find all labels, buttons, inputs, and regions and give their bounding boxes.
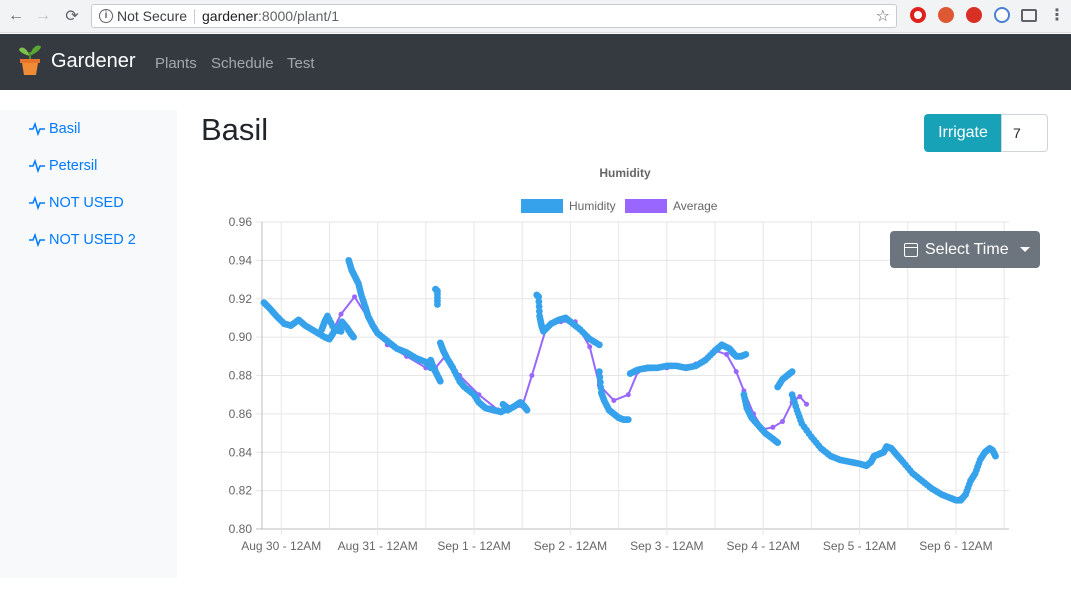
humidity-point [434, 301, 441, 308]
y-tick-label: 0.94 [229, 253, 253, 267]
average-point [804, 401, 810, 407]
legend-label-humidity: Humidity [569, 199, 616, 213]
x-tick-label: Sep 1 - 12AM [437, 539, 510, 553]
y-tick-label: 0.82 [229, 484, 253, 498]
average-point [352, 294, 358, 300]
humidity-point [624, 416, 632, 424]
x-tick-label: Aug 30 - 12AM [241, 539, 321, 553]
y-tick-label: 0.92 [229, 292, 253, 306]
humidity-point [595, 341, 603, 349]
y-tick-label: 0.86 [229, 407, 253, 421]
humidity-point [788, 368, 796, 376]
average-point [797, 394, 803, 400]
humidity-chart: 0.80 0.82 0.84 0.86 0.88 0.90 0.92 0.94 0.96 Aug … [229, 215, 1009, 553]
y-tick-label: 0.90 [229, 330, 253, 344]
average-point [770, 424, 776, 430]
x-tick-label: Sep 3 - 12AM [630, 539, 703, 553]
y-tick-label: 0.84 [229, 445, 253, 459]
legend-label-average: Average [673, 199, 718, 213]
humidity-point [436, 377, 444, 385]
x-tick-label: Aug 31 - 12AM [338, 539, 418, 553]
legend-average[interactable]: Average [625, 199, 717, 213]
y-tick-label: 0.80 [229, 522, 253, 536]
average-point [587, 344, 593, 350]
x-tick-label: Sep 4 - 12AM [727, 539, 800, 553]
humidity-point [523, 406, 531, 414]
average-point [625, 392, 631, 398]
humidity-point [742, 350, 750, 358]
legend-humidity[interactable]: Humidity [521, 199, 616, 213]
legend-swatch-average [625, 199, 667, 213]
average-point [779, 419, 785, 425]
y-tick-label: 0.96 [229, 215, 253, 229]
legend-swatch-humidity [521, 199, 563, 213]
average-point [611, 397, 617, 403]
x-tick-label: Sep 5 - 12AM [823, 539, 896, 553]
average-point [529, 373, 535, 378]
x-tick-label: Sep 6 - 12AM [919, 539, 992, 553]
chart-title: Humidity [599, 166, 651, 180]
y-tick-label: 0.88 [229, 369, 253, 383]
average-point [338, 311, 344, 317]
select-time-label: Select Time [925, 240, 1009, 258]
caret-down-icon [1019, 247, 1030, 252]
select-time-dropdown[interactable]: Select Time [890, 231, 1040, 268]
average-point [724, 351, 730, 357]
average-point [733, 369, 739, 375]
x-tick-label: Sep 2 - 12AM [534, 539, 607, 553]
humidity-point [992, 452, 999, 460]
calendar-icon [904, 242, 918, 257]
humidity-point [774, 439, 782, 447]
humidity-point [350, 333, 357, 341]
